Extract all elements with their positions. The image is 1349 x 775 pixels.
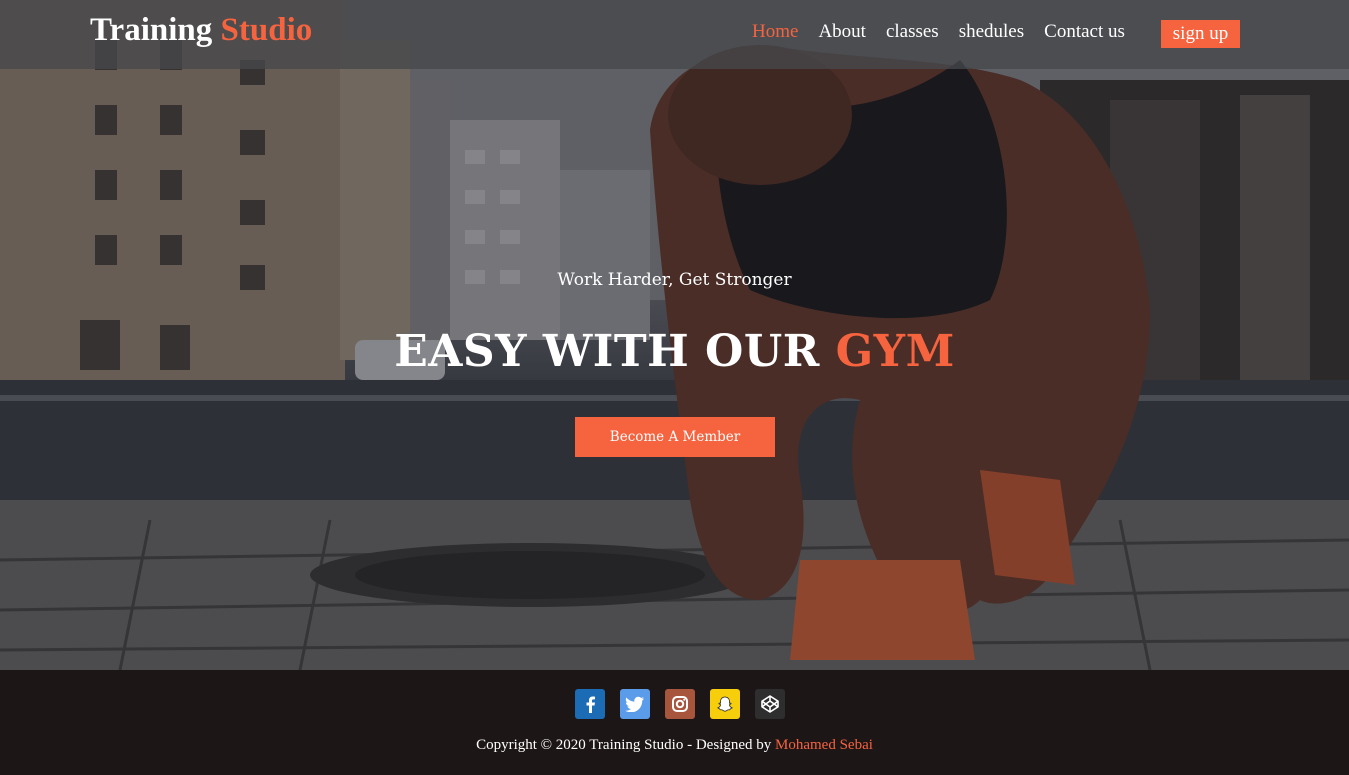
signup-button[interactable]: sign up [1161,20,1240,48]
nav-item-classes[interactable]: classes [886,21,939,43]
main-nav: Home About classes shedules Contact us [752,21,1145,43]
hero-headline: EASY WITH OUR GYM [0,326,1349,377]
become-member-button[interactable]: Become A Member [575,417,775,457]
twitter-link[interactable] [620,689,650,719]
instagram-icon [672,696,688,712]
nav-item-schedules[interactable]: shedules [959,21,1024,43]
navbar: Training Studio Home About classes shedu… [0,0,1349,69]
snapchat-link[interactable] [710,689,740,719]
facebook-link[interactable] [575,689,605,719]
copyright: Copyright © 2020 Training Studio - Desig… [0,737,1349,754]
hero-headline-accent: GYM [835,326,955,377]
hero-section: Work Harder, Get Stronger EASY WITH OUR … [0,0,1349,670]
author-link[interactable]: Mohamed Sebai [775,737,873,753]
snapchat-icon [717,696,733,712]
brand-logo[interactable]: Training Studio [90,12,312,49]
brand-name-accent: Studio [220,12,313,48]
hero-tagline: Work Harder, Get Stronger [557,270,792,290]
copyright-text: Copyright © 2020 Training Studio - Desig… [476,737,772,753]
hero-headline-text: EASY WITH OUR [394,326,820,377]
twitter-icon [625,696,644,712]
codepen-icon [761,695,779,713]
brand-name: Training [90,12,213,48]
nav-item-contact[interactable]: Contact us [1044,21,1125,43]
nav-item-home[interactable]: Home [752,21,798,43]
footer: Copyright © 2020 Training Studio - Desig… [0,670,1349,775]
social-links [575,689,800,719]
codepen-link[interactable] [755,689,785,719]
instagram-link[interactable] [665,689,695,719]
nav-item-about[interactable]: About [818,21,866,43]
facebook-icon [586,696,595,713]
